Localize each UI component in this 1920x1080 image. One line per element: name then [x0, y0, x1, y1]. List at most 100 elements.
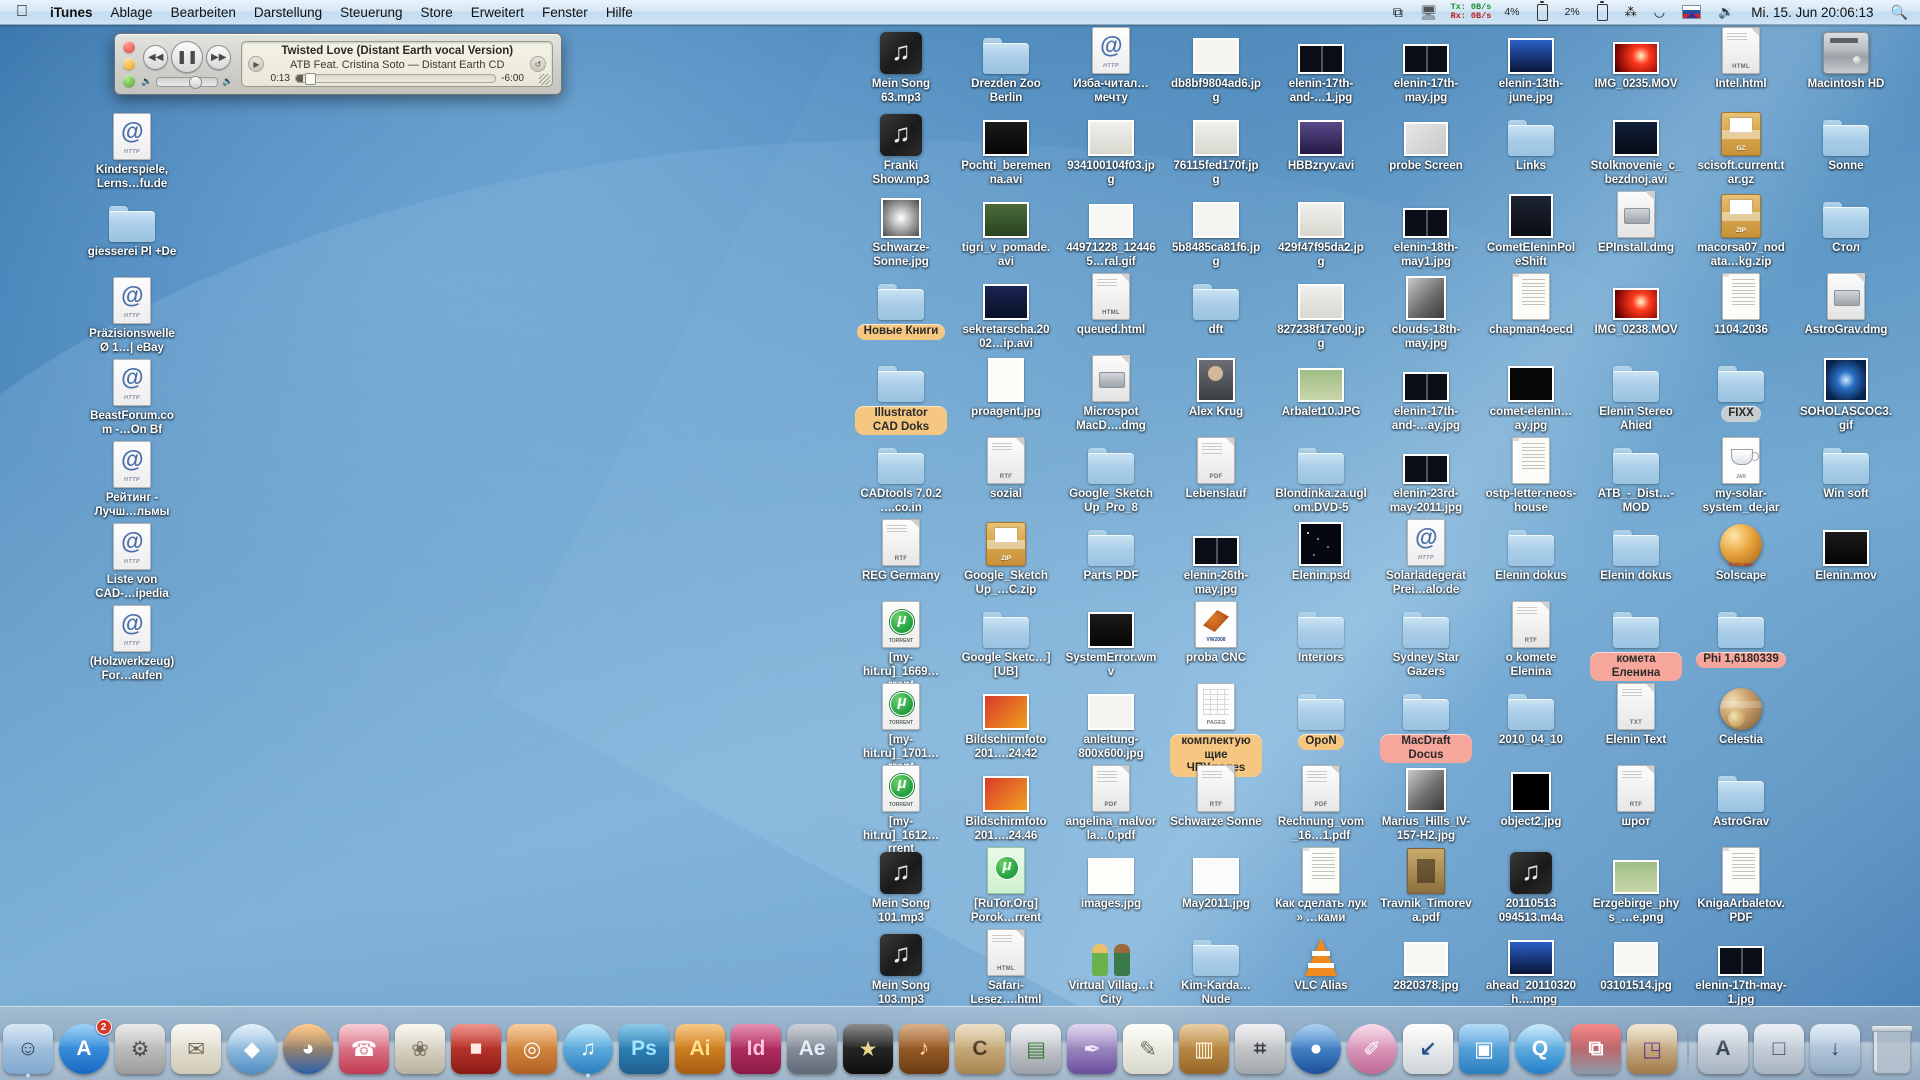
dock-item-quicktime[interactable]: Q: [1514, 1021, 1567, 1074]
desktop-icon-c2-r5[interactable]: Google_SketchUp_Pro_8: [1065, 436, 1157, 515]
desktop-icon-c2-r6[interactable]: Parts PDF: [1065, 518, 1157, 584]
menu-item-darstellung[interactable]: Darstellung: [245, 0, 331, 24]
desktop-icon-c8-r3[interactable]: 1104.2036: [1695, 272, 1787, 338]
dock-item-facetime[interactable]: ☎: [338, 1021, 391, 1074]
desktop-icon-c3-r10[interactable]: May2011.jpg: [1170, 846, 1262, 912]
desktop-icon-left-4[interactable]: @ HTTP Рейтинг - Лучш…льмы: [86, 440, 178, 519]
minimize-button[interactable]: [123, 58, 135, 70]
desktop-icon-c7-r4[interactable]: Elenin Stereo Ahied: [1590, 354, 1682, 433]
menu-item-store[interactable]: Store: [411, 0, 461, 24]
desktop-icon-c7-r8[interactable]: TXT Elenin Text: [1590, 682, 1682, 748]
volume-knob[interactable]: [189, 75, 203, 89]
desktop-icon-c0-r9[interactable]: TORRENT[my-hit.ru]_1612…rrent: [855, 764, 947, 857]
menu-item-fenster[interactable]: Fenster: [533, 0, 597, 24]
bluetooth-icon[interactable]: ⁂: [1621, 0, 1641, 24]
desktop-icon-c8-r2[interactable]: ZIP macorsa07_nodata…kg.zip: [1695, 190, 1787, 269]
desktop-icon-left-3[interactable]: @ HTTP BeastForum.com -…On Bf: [86, 358, 178, 437]
menu-app-name[interactable]: iTunes: [41, 0, 102, 24]
dock-item-pixelmator[interactable]: ✐: [1346, 1021, 1399, 1074]
desktop-icon-c4-r2[interactable]: 429f47f95da2.jpg: [1275, 190, 1367, 269]
desktop-icon-c8-r10[interactable]: KnigaArbaletov.PDF: [1695, 846, 1787, 925]
desktop[interactable]:  iTunes Ablage Bearbeiten Darstellung S…: [0, 0, 1920, 1080]
desktop-icon-c5-r4[interactable]: elenin-17th-and-…ay.jpg: [1380, 354, 1472, 433]
desktop-icon-c1-r7[interactable]: Google Sketc…][UB]: [960, 600, 1052, 679]
desktop-icon-c1-r3[interactable]: sekretarscha.2002…ip.avi: [960, 272, 1052, 351]
desktop-icon-c4-r4[interactable]: Arbalet10.JPG: [1275, 354, 1367, 420]
dock-item-itunes[interactable]: ♫: [562, 1021, 615, 1078]
dock-item-xcode[interactable]: C: [954, 1021, 1007, 1074]
desktop-icon-c6-r5[interactable]: ostp-letter-neos-house: [1485, 436, 1577, 515]
desktop-icon-c5-r10[interactable]: Travnik_Timoreva.pdf: [1380, 846, 1472, 925]
desktop-icon-c7-r5[interactable]: ATB_-_Dist…-MOD: [1590, 436, 1682, 515]
desktop-icon-c6-r7[interactable]: RTF o komete Elenina: [1485, 600, 1577, 679]
battery-icon-1[interactable]: [1533, 0, 1552, 24]
dock-stack-applications-stack[interactable]: A: [1697, 1021, 1750, 1074]
desktop-icon-c1-r4[interactable]: proagent.jpg: [960, 354, 1052, 420]
desktop-icon-c7-r0[interactable]: IMG_0235.MOV: [1590, 26, 1682, 92]
dock-item-after-effects[interactable]: Ae: [786, 1021, 839, 1074]
desktop-icon-c2-r3[interactable]: HTML queued.html: [1065, 272, 1157, 338]
desktop-icon-c4-r5[interactable]: Blondinka.za.uglom.DVD-5: [1275, 436, 1367, 515]
dock-item-image-capture[interactable]: ◎: [506, 1021, 559, 1074]
itunes-mini-player[interactable]: ◀◀ ❚❚ ▶▶ 🔈 🔊 ▶ Twisted Love (Distant Ear…: [114, 33, 562, 95]
desktop-icon-c2-r2[interactable]: 44971228_124465…ral.gif: [1065, 190, 1157, 269]
dock-item-screen-sharing[interactable]: ⧉: [1570, 1021, 1623, 1074]
desktop-icon-c4-r9[interactable]: PDF Rechnung_vom_16…1.pdf: [1275, 764, 1367, 843]
repeat-icon[interactable]: ↺: [530, 56, 546, 72]
desktop-icon-left-0[interactable]: @ HTTP Kinderspiele, Lerns…fu.de: [86, 112, 178, 191]
desktop-icon-c6-r9[interactable]: object2.jpg: [1485, 764, 1577, 830]
dock-stack-documents-stack[interactable]: □: [1753, 1021, 1806, 1074]
close-button[interactable]: [123, 41, 135, 53]
desktop-icon-c7-r3[interactable]: IMG_0238.MOV: [1590, 272, 1682, 338]
desktop-icon-c1-r8[interactable]: Bildschirmfoto 201….24.42: [960, 682, 1052, 761]
desktop-icon-c7-r9[interactable]: RTF шрот: [1590, 764, 1682, 830]
desktop-icon-c7-r11[interactable]: 03101514.jpg: [1590, 928, 1682, 994]
progress-slider[interactable]: [294, 72, 497, 85]
desktop-icon-c5-r11[interactable]: 2820378.jpg: [1380, 928, 1472, 994]
volume-slider-row[interactable]: 🔈 🔊: [141, 75, 233, 89]
desktop-icon-c3-r7[interactable]: VW2008 proba CNC: [1170, 600, 1262, 666]
desktop-icon-c7-r7[interactable]: комета Еленина: [1590, 600, 1682, 681]
dock-item-mail[interactable]: ✉: [170, 1021, 223, 1074]
desktop-icon-c5-r3[interactable]: clouds-18th-may.jpg: [1380, 272, 1472, 351]
desktop-icon-c8-r6[interactable]: Solscape: [1695, 518, 1787, 584]
dock-item-firefox[interactable]: ◕: [282, 1021, 335, 1074]
fast-forward-icon[interactable]: ▶▶: [206, 44, 232, 70]
desktop-icon-c0-r0[interactable]: Mein Song 63.mp3: [855, 26, 947, 105]
desktop-icon-c1-r0[interactable]: Drezden Zoo Berlin: [960, 26, 1052, 105]
menu-item-erweitert[interactable]: Erweitert: [462, 0, 533, 24]
menu-item-hilfe[interactable]: Hilfe: [597, 0, 642, 24]
desktop-icon-c0-r4[interactable]: Illustrator CAD Doks: [855, 354, 947, 435]
desktop-icon-c6-r8[interactable]: 2010_04_10: [1485, 682, 1577, 748]
disk-activity-icon[interactable]: 🖥: [1416, 0, 1442, 24]
desktop-icon-c5-r7[interactable]: Sydney Star Gazers: [1380, 600, 1472, 679]
desktop-icon-c2-r4[interactable]: Microspot MacD….dmg: [1065, 354, 1157, 433]
dock-item-notepad-app[interactable]: ▥: [1178, 1021, 1231, 1074]
desktop-icon-c5-r8[interactable]: MacDraft Docus: [1380, 682, 1472, 763]
desktop-icon-c0-r1[interactable]: Franki Show.mp3: [855, 108, 947, 187]
dock-item-calculator[interactable]: ⌗: [1234, 1021, 1287, 1074]
desktop-icon-c7-r6[interactable]: Elenin dokus: [1590, 518, 1682, 584]
desktop-icon-c2-r7[interactable]: SystemError.wmv: [1065, 600, 1157, 679]
desktop-icon-c3-r11[interactable]: Kim-Karda…Nude: [1170, 928, 1262, 1007]
dock-item-app-store[interactable]: A2: [58, 1019, 112, 1074]
desktop-icon-c2-r11[interactable]: Virtual Villag…t City: [1065, 928, 1157, 1007]
desktop-icon-c9-r2[interactable]: Стол: [1800, 190, 1892, 256]
desktop-icon-c8-r5[interactable]: JAR my-solar-system_de.jar: [1695, 436, 1787, 515]
desktop-icon-c3-r2[interactable]: 5b8485ca81f6.jpg: [1170, 190, 1262, 269]
desktop-icon-c2-r10[interactable]: images.jpg: [1065, 846, 1157, 912]
desktop-icon-c1-r10[interactable]: [RuTor.Org] Porok…rrent: [960, 846, 1052, 925]
dock-stack-downloads-stack[interactable]: ↓: [1809, 1021, 1862, 1074]
desktop-icon-c5-r2[interactable]: elenin-18th-may1.jpg: [1380, 190, 1472, 269]
cpu-percent[interactable]: 4%: [1500, 0, 1523, 24]
desktop-icon-c8-r1[interactable]: GZ scisoft.current.tar.gz: [1695, 108, 1787, 187]
wifi-icon[interactable]: ◡: [1650, 0, 1669, 24]
desktop-icon-c5-r6[interactable]: @ HTTP Solarladegerät Prei…alo.de: [1380, 518, 1472, 597]
desktop-icon-c6-r10[interactable]: 20110513 094513.m4a: [1485, 846, 1577, 925]
desktop-icon-c5-r5[interactable]: elenin-23rd-may-2011.jpg: [1380, 436, 1472, 515]
menu-bar[interactable]:  iTunes Ablage Bearbeiten Darstellung S…: [0, 0, 1920, 25]
progress-knob[interactable]: [304, 72, 316, 85]
dock-item-garageband[interactable]: ♪: [898, 1021, 951, 1074]
apple-logo-icon[interactable]: : [0, 0, 41, 24]
desktop-icon-c3-r0[interactable]: db8bf9804ad6.jpg: [1170, 26, 1262, 105]
